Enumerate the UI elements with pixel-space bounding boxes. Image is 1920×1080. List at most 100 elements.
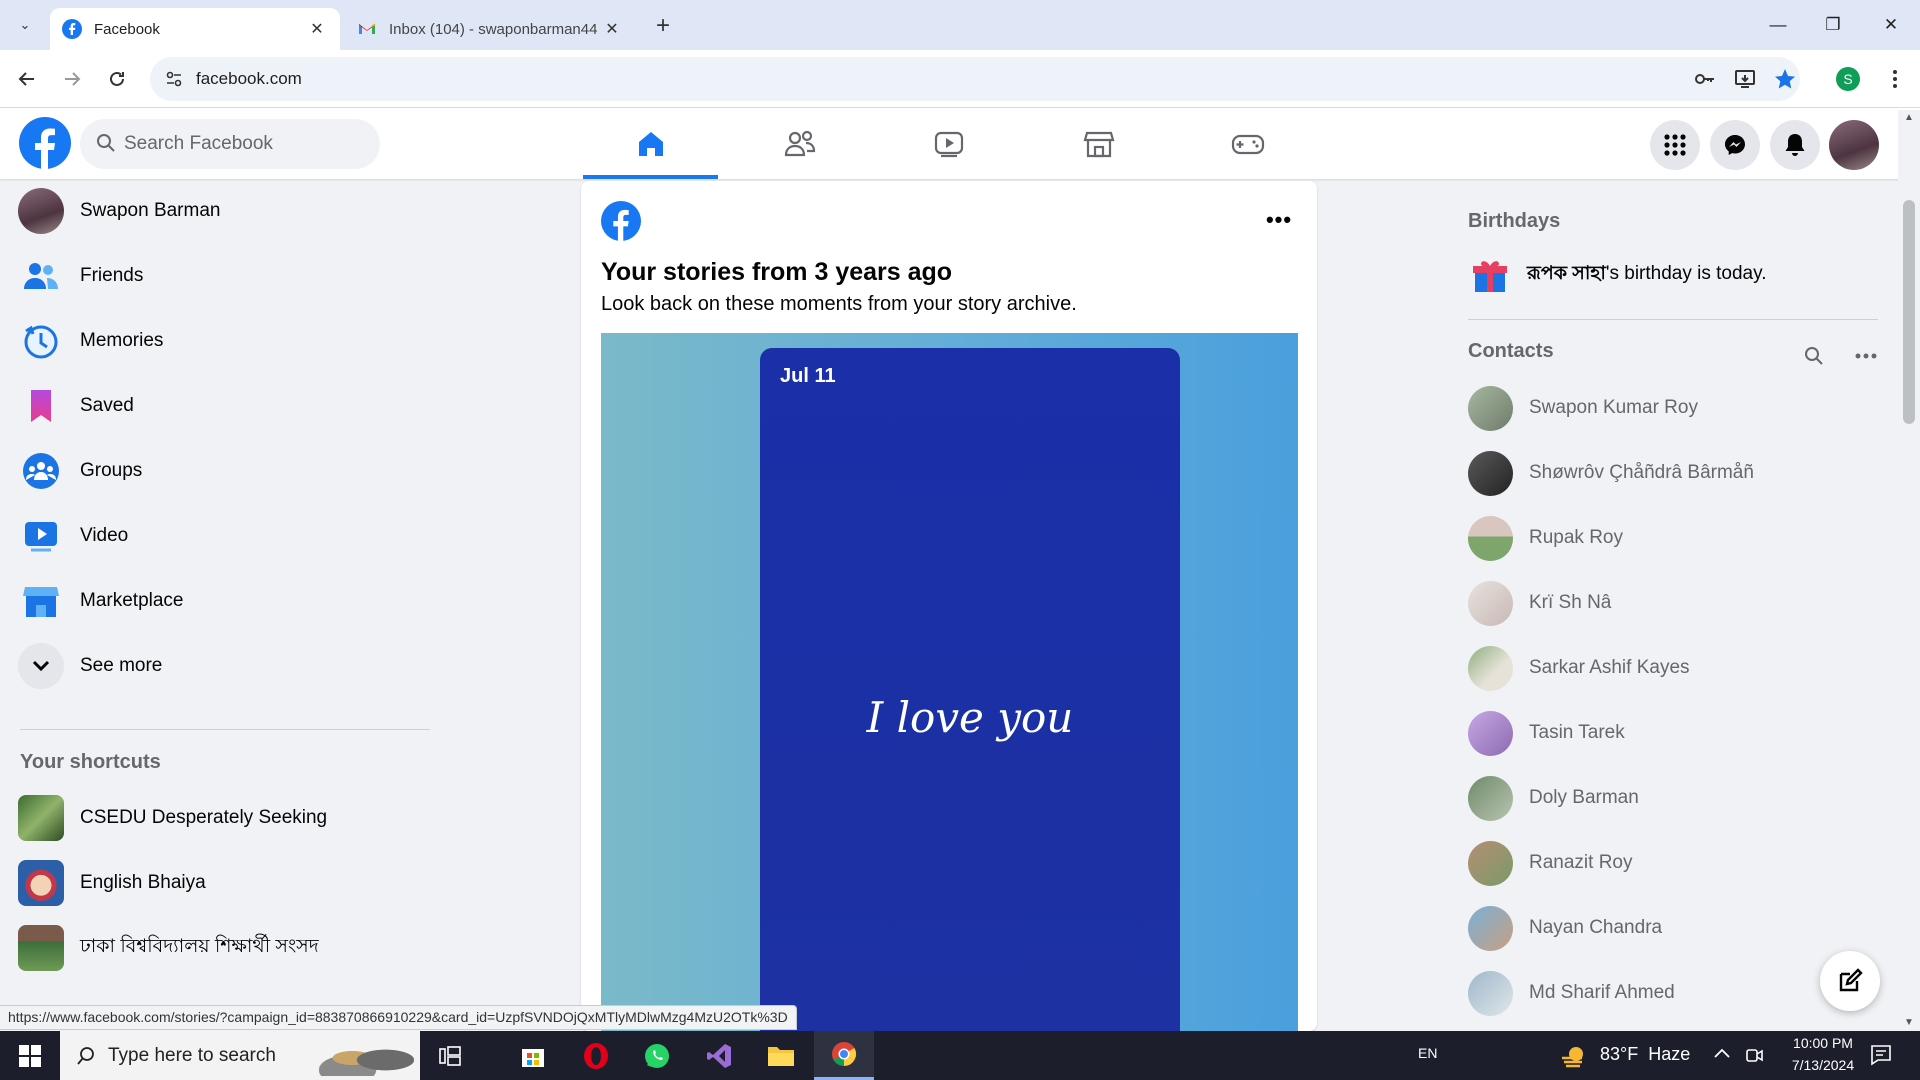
sidebar-item-saved[interactable]: Saved bbox=[10, 376, 430, 436]
video-icon bbox=[25, 522, 57, 552]
contact-item[interactable]: Tasin Tarek bbox=[1468, 703, 1878, 763]
contact-item[interactable]: Sarkar Ashif Kayes bbox=[1468, 638, 1878, 698]
contact-item[interactable]: Ranazit Roy bbox=[1468, 833, 1878, 893]
windows-taskbar: Type here to search EN 83°F Haze 10:00 P… bbox=[0, 1031, 1920, 1080]
messenger-button[interactable] bbox=[1710, 120, 1760, 170]
contact-item[interactable]: Shøwrôv Çhåñdrâ Bârmåñ bbox=[1468, 443, 1878, 503]
browser-menu-icon[interactable] bbox=[1880, 64, 1910, 94]
close-tab-icon[interactable]: ✕ bbox=[306, 18, 328, 40]
sidebar-item-label: See more bbox=[80, 655, 163, 676]
story-preview[interactable]: Jul 11 I love you bbox=[601, 333, 1298, 1031]
shortcut-thumbnail bbox=[18, 795, 64, 841]
file-explorer-button[interactable] bbox=[751, 1031, 811, 1080]
tab-gmail[interactable]: Inbox (104) - swaponbarman44 ✕ bbox=[345, 8, 635, 50]
tab-video[interactable] bbox=[881, 108, 1016, 179]
chevron-down-icon bbox=[32, 660, 50, 672]
contact-item[interactable]: Doly Barman bbox=[1468, 768, 1878, 828]
forward-button[interactable] bbox=[55, 62, 89, 96]
contact-avatar bbox=[1468, 775, 1513, 821]
start-button[interactable] bbox=[0, 1031, 60, 1080]
chrome-button[interactable] bbox=[814, 1031, 874, 1080]
tab-home[interactable] bbox=[583, 108, 718, 179]
search-icon bbox=[77, 1046, 94, 1065]
page-scrollbar[interactable]: ▲ ▼ bbox=[1898, 110, 1920, 1031]
birthday-notice[interactable]: রূপক সাহা's birthday is today. bbox=[1468, 253, 1868, 297]
sidebar-divider bbox=[20, 729, 430, 730]
more-options-icon[interactable]: ••• bbox=[1261, 207, 1297, 233]
weather-text[interactable]: 83°F Haze bbox=[1600, 1044, 1690, 1065]
tab-marketplace[interactable] bbox=[1031, 108, 1166, 179]
sidebar-item-marketplace[interactable]: Marketplace bbox=[10, 571, 430, 631]
close-window-button[interactable]: ✕ bbox=[1868, 8, 1914, 42]
action-center-icon[interactable] bbox=[1870, 1044, 1892, 1071]
contact-item[interactable]: Swapon Kumar Roy bbox=[1468, 378, 1878, 438]
sidebar-item-profile[interactable]: Swapon Barman bbox=[10, 181, 430, 241]
task-view-button[interactable] bbox=[420, 1031, 480, 1080]
new-message-button[interactable] bbox=[1820, 951, 1880, 1011]
microsoft-store-button[interactable] bbox=[503, 1031, 563, 1080]
story-frame[interactable]: Jul 11 I love you bbox=[760, 348, 1180, 1031]
site-settings-icon[interactable] bbox=[164, 69, 184, 89]
weather-icon[interactable] bbox=[1560, 1042, 1588, 1070]
tab-search-dropdown[interactable]: ⌄ bbox=[10, 10, 40, 40]
taskbar-search[interactable]: Type here to search bbox=[60, 1031, 420, 1080]
close-tab-icon[interactable]: ✕ bbox=[601, 18, 623, 40]
opera-button[interactable] bbox=[566, 1031, 626, 1080]
show-hidden-icons-icon[interactable] bbox=[1713, 1045, 1731, 1068]
tab-gaming[interactable] bbox=[1180, 108, 1315, 179]
tab-facebook[interactable]: Facebook ✕ bbox=[50, 8, 340, 50]
scrollbar-thumb[interactable] bbox=[1903, 200, 1915, 424]
visual-studio-button[interactable] bbox=[689, 1031, 749, 1080]
shortcut-item[interactable]: CSEDU Desperately Seeking bbox=[10, 788, 430, 848]
clock-date[interactable]: 7/13/2024 bbox=[1778, 1057, 1868, 1073]
card-title: Your stories from 3 years ago bbox=[601, 258, 953, 286]
birthday-name: রূপক সাহা bbox=[1527, 263, 1606, 284]
sidebar-item-friends[interactable]: Friends bbox=[10, 246, 430, 306]
sidebar-item-memories[interactable]: Memories bbox=[10, 311, 430, 371]
browser-profile-avatar[interactable]: S bbox=[1836, 67, 1860, 91]
contact-avatar bbox=[1468, 905, 1513, 951]
language-indicator[interactable]: EN bbox=[1418, 1045, 1437, 1061]
sidebar-item-video[interactable]: Video bbox=[10, 506, 430, 566]
shortcut-thumbnail bbox=[18, 860, 64, 906]
notifications-button[interactable] bbox=[1770, 120, 1820, 170]
install-app-icon[interactable] bbox=[1730, 64, 1760, 94]
shortcut-item[interactable]: English Bhaiya bbox=[10, 853, 430, 913]
back-button[interactable] bbox=[10, 62, 44, 96]
arrow-left-icon bbox=[18, 72, 34, 86]
scroll-down-icon[interactable]: ▼ bbox=[1903, 1017, 1915, 1029]
clock-time[interactable]: 10:00 PM bbox=[1778, 1035, 1868, 1051]
scroll-up-icon[interactable]: ▲ bbox=[1903, 112, 1915, 124]
contact-item[interactable]: Rupak Roy bbox=[1468, 508, 1878, 568]
facebook-logo-icon[interactable] bbox=[19, 117, 71, 169]
see-more-button[interactable]: See more bbox=[10, 636, 430, 696]
new-tab-button[interactable]: + bbox=[648, 11, 678, 41]
reload-button[interactable] bbox=[100, 62, 134, 96]
whatsapp-button[interactable] bbox=[627, 1031, 687, 1080]
right-divider bbox=[1468, 319, 1878, 320]
contact-name: Sarkar Ashif Kayes bbox=[1529, 657, 1690, 678]
minimize-button[interactable]: — bbox=[1755, 8, 1801, 42]
search-input[interactable] bbox=[124, 119, 364, 169]
contact-avatar bbox=[1468, 450, 1513, 496]
task-view-icon bbox=[439, 1045, 461, 1066]
meet-now-icon[interactable] bbox=[1744, 1045, 1764, 1070]
contact-avatar bbox=[1468, 385, 1513, 431]
tab-friends[interactable] bbox=[732, 108, 867, 179]
browser-tab-bar: ⌄ Facebook ✕ Inbox (104) - swaponbarman4… bbox=[0, 0, 1920, 50]
password-key-icon[interactable] bbox=[1690, 64, 1720, 94]
account-avatar[interactable] bbox=[1829, 120, 1879, 170]
contacts-search-icon[interactable] bbox=[1799, 341, 1829, 371]
restore-button[interactable]: ❐ bbox=[1810, 8, 1856, 42]
birthdays-heading: Birthdays bbox=[1468, 210, 1561, 232]
facebook-search[interactable] bbox=[80, 119, 380, 169]
contact-item[interactable]: Md Sharif Ahmed bbox=[1468, 963, 1878, 1023]
contact-item[interactable]: Krï Sh Nâ bbox=[1468, 573, 1878, 633]
menu-button[interactable] bbox=[1650, 120, 1700, 170]
contact-item[interactable]: Nayan Chandra bbox=[1468, 898, 1878, 958]
contacts-more-icon[interactable] bbox=[1851, 341, 1881, 371]
sidebar-item-groups[interactable]: Groups bbox=[10, 441, 430, 501]
address-bar[interactable]: facebook.com bbox=[150, 57, 1800, 101]
shortcut-item[interactable]: ঢাকা বিশ্ববিদ্যালয় শিক্ষার্থী সংসদ bbox=[10, 918, 430, 978]
bookmark-star-icon[interactable] bbox=[1770, 64, 1800, 94]
